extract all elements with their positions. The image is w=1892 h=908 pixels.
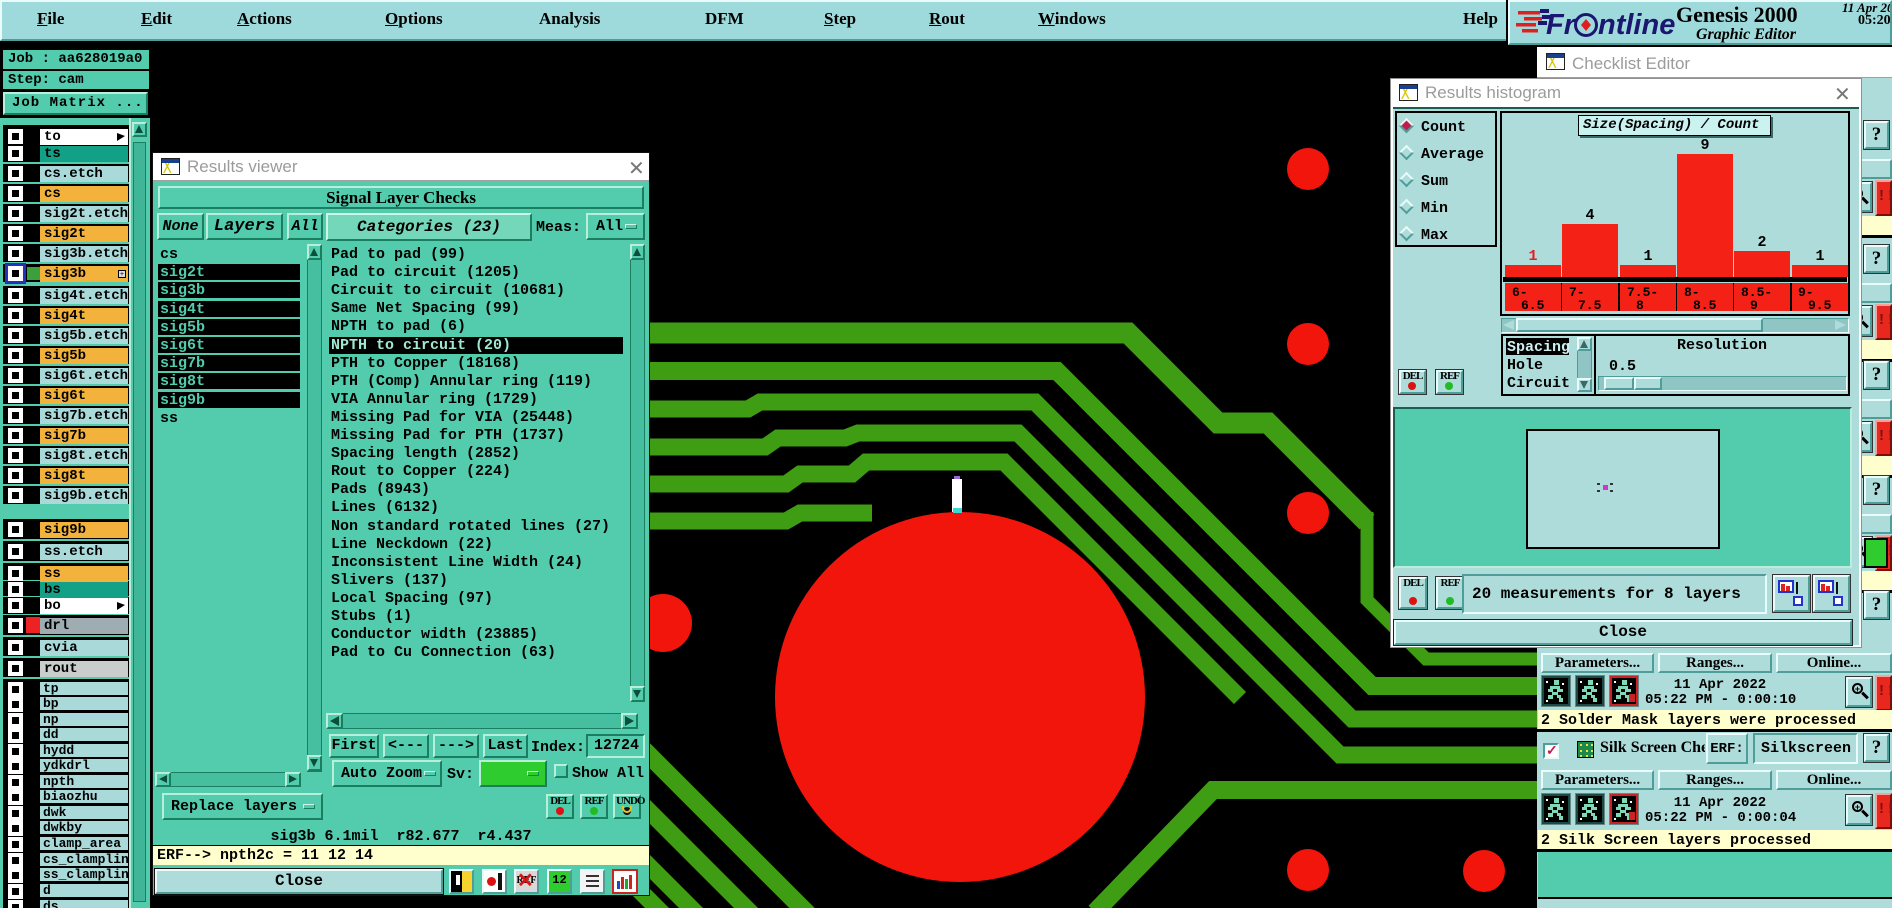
svg-text:Fr: Fr [1546, 9, 1577, 41]
svg-text:ntline: ntline [1598, 9, 1675, 41]
